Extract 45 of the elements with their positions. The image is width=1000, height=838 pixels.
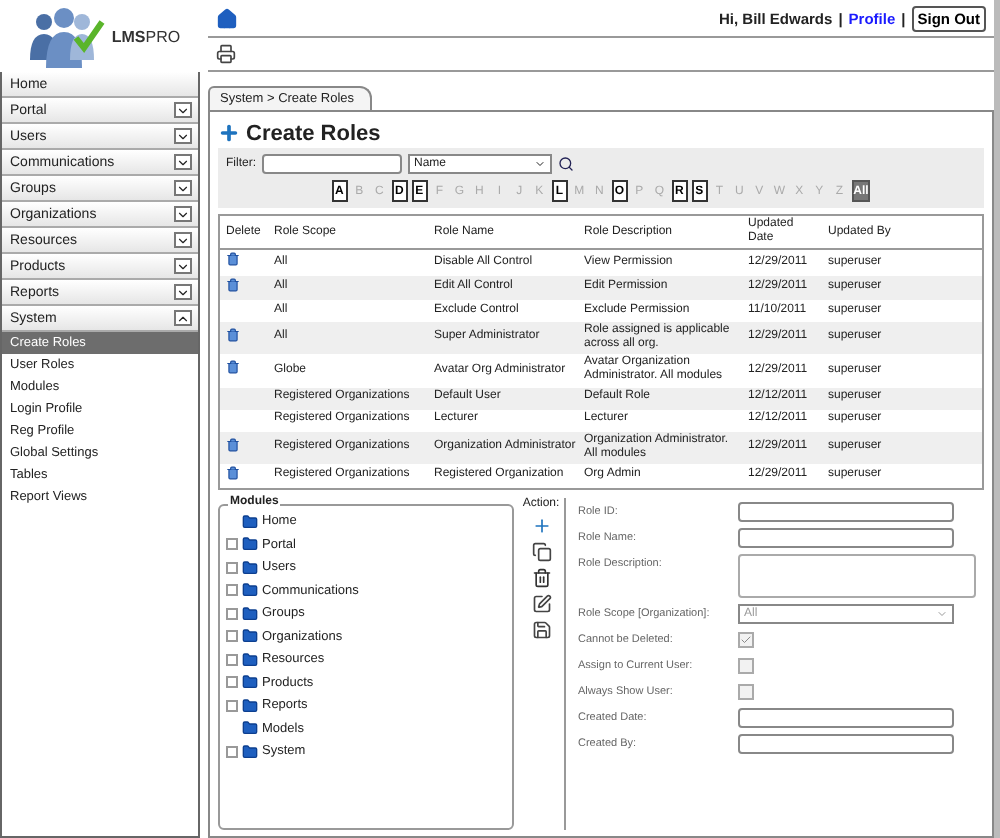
save-icon[interactable] xyxy=(531,620,551,641)
folder-icon xyxy=(242,605,258,622)
input-field[interactable] xyxy=(738,734,954,755)
filter-field[interactable] xyxy=(262,154,402,174)
chevron-icon[interactable] xyxy=(174,154,192,170)
folder-icon xyxy=(242,582,258,599)
trash-icon[interactable] xyxy=(531,568,551,589)
chevron-icon[interactable] xyxy=(174,206,192,222)
chevron-icon[interactable] xyxy=(174,232,192,248)
trash-icon[interactable] xyxy=(226,277,240,292)
plus-icon[interactable] xyxy=(531,516,551,537)
plus-icon xyxy=(218,122,240,144)
input-field[interactable] xyxy=(738,502,954,523)
trash-icon[interactable] xyxy=(226,465,240,480)
chevron-icon[interactable] xyxy=(174,128,192,144)
input-field[interactable] xyxy=(738,708,954,729)
chevron-icon[interactable] xyxy=(174,258,192,274)
trash-icon[interactable] xyxy=(226,437,240,452)
page-title: Create Roles xyxy=(246,121,381,145)
folder-icon xyxy=(242,559,258,576)
folder-icon xyxy=(242,536,258,553)
trash-icon[interactable] xyxy=(226,327,240,342)
edit-icon[interactable] xyxy=(531,594,551,615)
folder-icon xyxy=(242,720,258,737)
home-icon[interactable] xyxy=(216,7,238,29)
input-field[interactable] xyxy=(738,528,954,549)
chevron-icon[interactable] xyxy=(174,180,192,196)
expander-icon[interactable] xyxy=(226,745,238,758)
folder-icon xyxy=(242,697,258,714)
folder-icon xyxy=(242,743,258,760)
textarea-field[interactable] xyxy=(738,554,976,599)
trash-icon[interactable] xyxy=(226,360,240,375)
logo-text: LMSPRO xyxy=(111,27,181,45)
printer-icon[interactable] xyxy=(216,44,236,64)
chevron-icon[interactable] xyxy=(174,102,192,118)
folder-icon xyxy=(242,628,258,645)
folder-icon xyxy=(242,513,258,530)
copy-icon[interactable] xyxy=(531,542,551,563)
folder-icon xyxy=(242,674,258,691)
trash-icon[interactable] xyxy=(226,252,240,267)
chevron-icon[interactable] xyxy=(174,284,192,300)
chevron-icon[interactable] xyxy=(174,310,192,326)
people-logo-icon xyxy=(27,4,108,68)
search-icon[interactable] xyxy=(558,156,574,172)
folder-icon xyxy=(242,651,258,668)
